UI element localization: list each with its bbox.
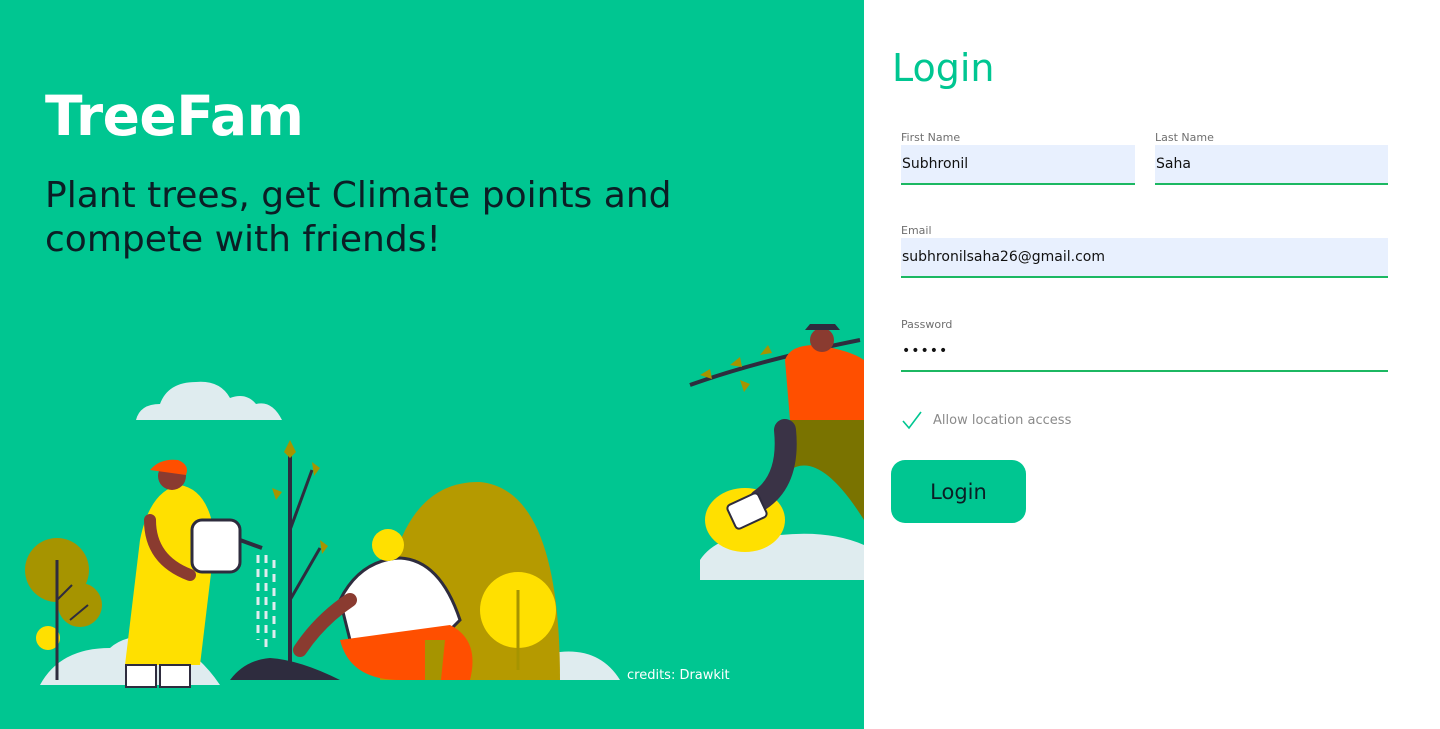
login-panel: Login First Name Last Name Email Passwor…: [864, 0, 1440, 729]
checkmark-icon[interactable]: [901, 408, 923, 432]
password-input[interactable]: [901, 332, 1388, 372]
location-checkbox-label: Allow location access: [933, 412, 1072, 428]
first-name-field: First Name: [901, 131, 1135, 185]
illustration-credits: credits: Drawkit: [627, 668, 730, 683]
last-name-field: Last Name: [1155, 131, 1388, 185]
email-field: Email: [901, 224, 1388, 278]
gardener-figure: [125, 459, 263, 688]
water-drops: [256, 555, 276, 650]
login-title: Login: [892, 46, 995, 90]
first-name-input[interactable]: [901, 145, 1135, 185]
email-input[interactable]: [901, 238, 1388, 278]
login-button[interactable]: Login: [891, 460, 1026, 523]
first-name-label: First Name: [901, 131, 961, 144]
hero-panel: TreeFam Plant trees, get Climate points …: [0, 0, 864, 729]
location-checkbox-row[interactable]: Allow location access: [901, 408, 1071, 432]
email-label: Email: [901, 224, 932, 237]
last-name-label: Last Name: [1155, 131, 1214, 144]
password-label: Password: [901, 318, 953, 331]
password-field: Password: [901, 318, 1388, 372]
last-name-input[interactable]: [1155, 145, 1388, 185]
brand-title: TreeFam: [45, 84, 304, 148]
soil: [230, 658, 340, 680]
cloud-icon: [136, 381, 282, 420]
brand-tagline: Plant trees, get Climate points and comp…: [45, 175, 672, 260]
